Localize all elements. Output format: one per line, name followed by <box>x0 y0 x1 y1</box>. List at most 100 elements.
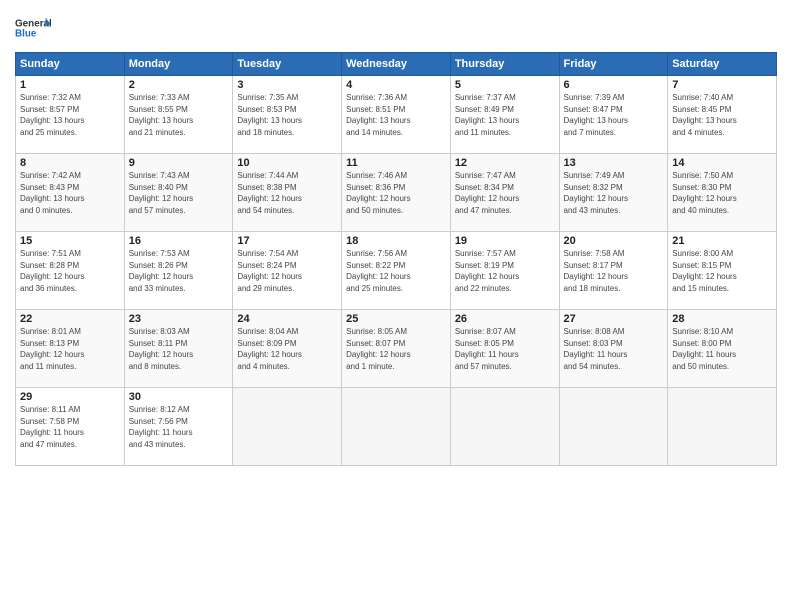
weekday-header: Wednesday <box>342 53 451 76</box>
day-detail: Sunrise: 8:04 AMSunset: 8:09 PMDaylight:… <box>237 326 337 372</box>
calendar-day-cell: 2 Sunrise: 7:33 AMSunset: 8:55 PMDayligh… <box>124 76 233 154</box>
day-detail: Sunrise: 7:56 AMSunset: 8:22 PMDaylight:… <box>346 248 446 294</box>
weekday-header: Friday <box>559 53 668 76</box>
calendar-day-cell: 12 Sunrise: 7:47 AMSunset: 8:34 PMDaylig… <box>450 154 559 232</box>
day-detail: Sunrise: 7:44 AMSunset: 8:38 PMDaylight:… <box>237 170 337 216</box>
weekday-header: Monday <box>124 53 233 76</box>
calendar-day-cell: 6 Sunrise: 7:39 AMSunset: 8:47 PMDayligh… <box>559 76 668 154</box>
calendar-week-row: 8 Sunrise: 7:42 AMSunset: 8:43 PMDayligh… <box>16 154 777 232</box>
day-number: 20 <box>564 235 664 247</box>
day-number: 21 <box>672 235 772 247</box>
day-number: 16 <box>129 235 229 247</box>
day-detail: Sunrise: 8:05 AMSunset: 8:07 PMDaylight:… <box>346 326 446 372</box>
calendar-day-cell: 1 Sunrise: 7:32 AMSunset: 8:57 PMDayligh… <box>16 76 125 154</box>
day-number: 7 <box>672 79 772 91</box>
day-number: 11 <box>346 157 446 169</box>
day-detail: Sunrise: 7:57 AMSunset: 8:19 PMDaylight:… <box>455 248 555 294</box>
calendar-day-cell: 17 Sunrise: 7:54 AMSunset: 8:24 PMDaylig… <box>233 232 342 310</box>
calendar-day-cell: 13 Sunrise: 7:49 AMSunset: 8:32 PMDaylig… <box>559 154 668 232</box>
page: General Blue SundayMondayTuesdayWednesda… <box>0 0 792 612</box>
calendar-day-cell: 18 Sunrise: 7:56 AMSunset: 8:22 PMDaylig… <box>342 232 451 310</box>
day-detail: Sunrise: 7:37 AMSunset: 8:49 PMDaylight:… <box>455 92 555 138</box>
day-number: 18 <box>346 235 446 247</box>
day-detail: Sunrise: 8:11 AMSunset: 7:58 PMDaylight:… <box>20 404 120 450</box>
day-number: 13 <box>564 157 664 169</box>
calendar-day-cell: 27 Sunrise: 8:08 AMSunset: 8:03 PMDaylig… <box>559 310 668 388</box>
calendar-day-cell: 26 Sunrise: 8:07 AMSunset: 8:05 PMDaylig… <box>450 310 559 388</box>
day-number: 29 <box>20 391 120 403</box>
calendar-day-cell <box>233 388 342 466</box>
weekday-header: Sunday <box>16 53 125 76</box>
day-number: 2 <box>129 79 229 91</box>
calendar-day-cell <box>559 388 668 466</box>
day-number: 15 <box>20 235 120 247</box>
calendar-day-cell: 7 Sunrise: 7:40 AMSunset: 8:45 PMDayligh… <box>668 76 777 154</box>
day-number: 1 <box>20 79 120 91</box>
calendar-day-cell: 22 Sunrise: 8:01 AMSunset: 8:13 PMDaylig… <box>16 310 125 388</box>
day-number: 6 <box>564 79 664 91</box>
calendar-day-cell <box>450 388 559 466</box>
day-number: 25 <box>346 313 446 325</box>
calendar-week-row: 15 Sunrise: 7:51 AMSunset: 8:28 PMDaylig… <box>16 232 777 310</box>
calendar-day-cell: 16 Sunrise: 7:53 AMSunset: 8:26 PMDaylig… <box>124 232 233 310</box>
day-number: 28 <box>672 313 772 325</box>
day-number: 9 <box>129 157 229 169</box>
day-detail: Sunrise: 7:42 AMSunset: 8:43 PMDaylight:… <box>20 170 120 216</box>
day-detail: Sunrise: 7:51 AMSunset: 8:28 PMDaylight:… <box>20 248 120 294</box>
day-detail: Sunrise: 8:08 AMSunset: 8:03 PMDaylight:… <box>564 326 664 372</box>
calendar-day-cell: 23 Sunrise: 8:03 AMSunset: 8:11 PMDaylig… <box>124 310 233 388</box>
calendar-week-row: 1 Sunrise: 7:32 AMSunset: 8:57 PMDayligh… <box>16 76 777 154</box>
weekday-header: Saturday <box>668 53 777 76</box>
calendar-table: SundayMondayTuesdayWednesdayThursdayFrid… <box>15 52 777 466</box>
calendar-day-cell <box>668 388 777 466</box>
day-number: 10 <box>237 157 337 169</box>
day-number: 5 <box>455 79 555 91</box>
day-detail: Sunrise: 7:58 AMSunset: 8:17 PMDaylight:… <box>564 248 664 294</box>
logo-svg: General Blue <box>15 10 51 46</box>
day-detail: Sunrise: 7:47 AMSunset: 8:34 PMDaylight:… <box>455 170 555 216</box>
calendar-header-row: SundayMondayTuesdayWednesdayThursdayFrid… <box>16 53 777 76</box>
day-detail: Sunrise: 8:07 AMSunset: 8:05 PMDaylight:… <box>455 326 555 372</box>
calendar-week-row: 29 Sunrise: 8:11 AMSunset: 7:58 PMDaylig… <box>16 388 777 466</box>
day-detail: Sunrise: 7:53 AMSunset: 8:26 PMDaylight:… <box>129 248 229 294</box>
day-number: 12 <box>455 157 555 169</box>
day-number: 23 <box>129 313 229 325</box>
day-detail: Sunrise: 8:01 AMSunset: 8:13 PMDaylight:… <box>20 326 120 372</box>
calendar-day-cell: 19 Sunrise: 7:57 AMSunset: 8:19 PMDaylig… <box>450 232 559 310</box>
day-detail: Sunrise: 8:03 AMSunset: 8:11 PMDaylight:… <box>129 326 229 372</box>
day-detail: Sunrise: 7:40 AMSunset: 8:45 PMDaylight:… <box>672 92 772 138</box>
calendar-day-cell: 15 Sunrise: 7:51 AMSunset: 8:28 PMDaylig… <box>16 232 125 310</box>
calendar-day-cell: 29 Sunrise: 8:11 AMSunset: 7:58 PMDaylig… <box>16 388 125 466</box>
calendar-day-cell: 20 Sunrise: 7:58 AMSunset: 8:17 PMDaylig… <box>559 232 668 310</box>
calendar-day-cell: 11 Sunrise: 7:46 AMSunset: 8:36 PMDaylig… <box>342 154 451 232</box>
calendar-day-cell: 5 Sunrise: 7:37 AMSunset: 8:49 PMDayligh… <box>450 76 559 154</box>
day-detail: Sunrise: 7:39 AMSunset: 8:47 PMDaylight:… <box>564 92 664 138</box>
svg-text:Blue: Blue <box>15 29 37 40</box>
day-detail: Sunrise: 8:12 AMSunset: 7:56 PMDaylight:… <box>129 404 229 450</box>
day-detail: Sunrise: 8:00 AMSunset: 8:15 PMDaylight:… <box>672 248 772 294</box>
day-detail: Sunrise: 7:33 AMSunset: 8:55 PMDaylight:… <box>129 92 229 138</box>
day-detail: Sunrise: 7:46 AMSunset: 8:36 PMDaylight:… <box>346 170 446 216</box>
calendar-day-cell: 14 Sunrise: 7:50 AMSunset: 8:30 PMDaylig… <box>668 154 777 232</box>
day-detail: Sunrise: 7:36 AMSunset: 8:51 PMDaylight:… <box>346 92 446 138</box>
calendar-day-cell: 30 Sunrise: 8:12 AMSunset: 7:56 PMDaylig… <box>124 388 233 466</box>
day-detail: Sunrise: 7:49 AMSunset: 8:32 PMDaylight:… <box>564 170 664 216</box>
logo: General Blue <box>15 10 51 46</box>
day-number: 8 <box>20 157 120 169</box>
calendar-week-row: 22 Sunrise: 8:01 AMSunset: 8:13 PMDaylig… <box>16 310 777 388</box>
day-number: 14 <box>672 157 772 169</box>
calendar-day-cell: 28 Sunrise: 8:10 AMSunset: 8:00 PMDaylig… <box>668 310 777 388</box>
day-number: 26 <box>455 313 555 325</box>
day-detail: Sunrise: 7:50 AMSunset: 8:30 PMDaylight:… <box>672 170 772 216</box>
calendar-day-cell: 21 Sunrise: 8:00 AMSunset: 8:15 PMDaylig… <box>668 232 777 310</box>
day-detail: Sunrise: 7:35 AMSunset: 8:53 PMDaylight:… <box>237 92 337 138</box>
calendar-day-cell: 3 Sunrise: 7:35 AMSunset: 8:53 PMDayligh… <box>233 76 342 154</box>
day-number: 17 <box>237 235 337 247</box>
calendar-day-cell: 25 Sunrise: 8:05 AMSunset: 8:07 PMDaylig… <box>342 310 451 388</box>
day-number: 22 <box>20 313 120 325</box>
day-number: 30 <box>129 391 229 403</box>
calendar-day-cell: 8 Sunrise: 7:42 AMSunset: 8:43 PMDayligh… <box>16 154 125 232</box>
day-detail: Sunrise: 7:32 AMSunset: 8:57 PMDaylight:… <box>20 92 120 138</box>
day-detail: Sunrise: 8:10 AMSunset: 8:00 PMDaylight:… <box>672 326 772 372</box>
weekday-header: Thursday <box>450 53 559 76</box>
